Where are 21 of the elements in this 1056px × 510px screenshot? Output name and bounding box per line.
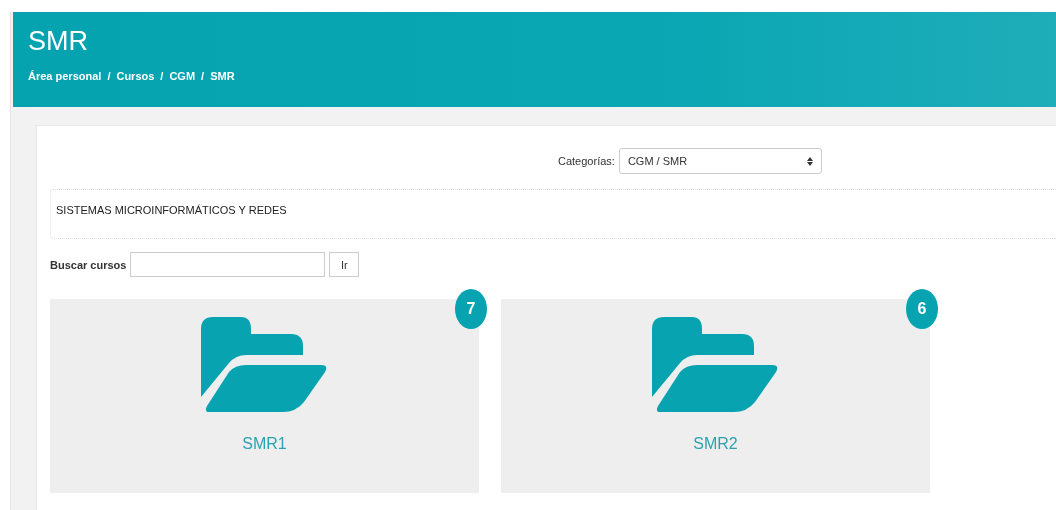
breadcrumb-link[interactable]: CGM xyxy=(169,70,196,82)
go-button[interactable]: Ir xyxy=(329,252,360,277)
category-select[interactable]: CGM / SMR xyxy=(618,148,822,174)
breadcrumb-separator: / xyxy=(160,70,164,82)
breadcrumb-separator: / xyxy=(107,70,111,82)
folder-icon xyxy=(200,317,329,413)
page-title: SMR xyxy=(28,26,89,56)
course-count-badge: 6 xyxy=(906,289,938,329)
category-description: SISTEMAS MICROINFORMÁTICOS Y REDES xyxy=(50,189,1056,239)
breadcrumb-link[interactable]: SMR xyxy=(210,70,235,82)
course-count-badge: 7 xyxy=(455,289,487,329)
category-link[interactable]: SMR2 xyxy=(693,435,738,453)
search-label: Buscar cursos xyxy=(50,258,127,271)
category-label: Categorías: xyxy=(558,155,615,167)
category-link[interactable]: SMR1 xyxy=(242,435,287,453)
search-field[interactable] xyxy=(130,252,326,277)
breadcrumb-link[interactable]: Cursos xyxy=(116,70,155,82)
breadcrumb-link[interactable]: Área personal xyxy=(28,70,102,82)
folder-icon xyxy=(651,317,780,413)
breadcrumb-separator: / xyxy=(201,70,205,82)
sort-arrows-icon xyxy=(806,156,813,166)
